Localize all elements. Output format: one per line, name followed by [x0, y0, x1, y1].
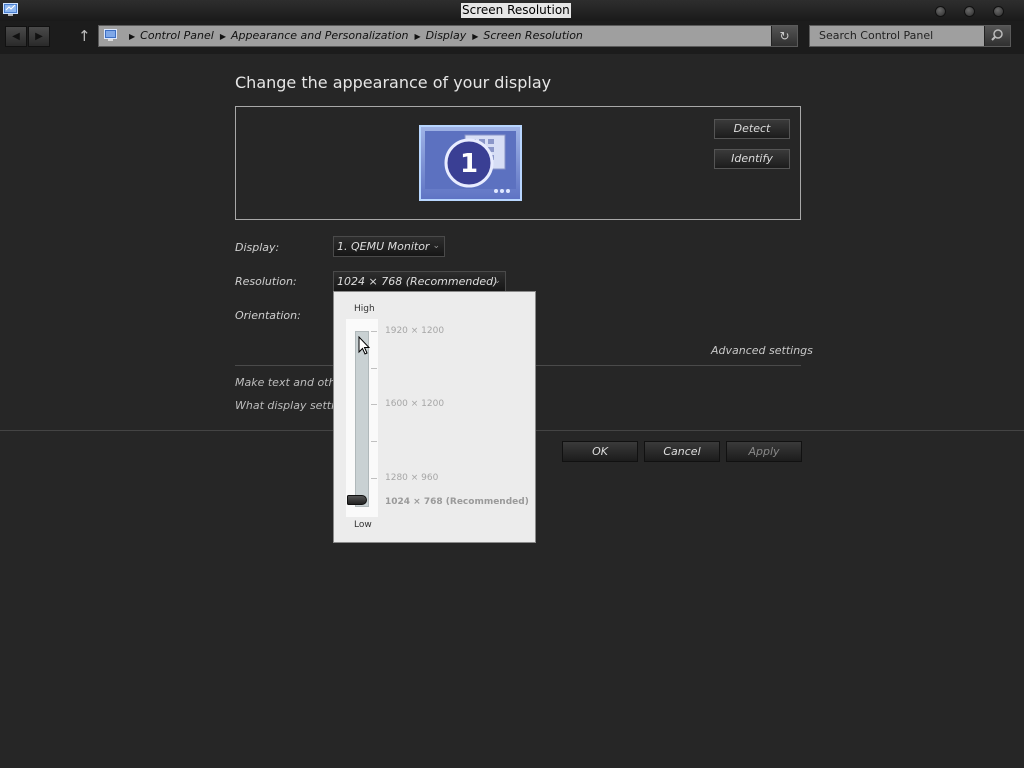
ok-button[interactable]: OK: [562, 441, 638, 462]
back-button[interactable]: ◀: [5, 26, 27, 47]
resolution-slider-thumb[interactable]: [347, 495, 367, 505]
resolution-option-1280x960[interactable]: 1280 × 960: [385, 473, 438, 483]
monitor-1-tile[interactable]: 1: [419, 125, 522, 201]
slider-tick: [371, 441, 377, 442]
resolution-select[interactable]: 1024 × 768 (Recommended) ⌄: [333, 271, 506, 292]
search-icon: [991, 29, 1003, 41]
advanced-settings-link[interactable]: Advanced settings: [711, 344, 813, 357]
page-title: Change the appearance of your display: [235, 73, 552, 92]
breadcrumb-appearance[interactable]: Appearance and Personalization: [231, 29, 409, 42]
close-button[interactable]: [993, 6, 1004, 17]
chevron-right-icon: ▶: [414, 32, 421, 41]
slider-tick: [371, 478, 377, 479]
screen-resolution-app-icon: [3, 3, 18, 16]
orientation-label: Orientation:: [235, 309, 301, 322]
text-size-link[interactable]: Make text and other: [235, 376, 347, 389]
detect-button[interactable]: Detect: [714, 119, 790, 139]
resolution-slider-track[interactable]: [355, 331, 369, 507]
breadcrumb-control-panel[interactable]: Control Panel: [140, 29, 214, 42]
resolution-label: Resolution:: [235, 275, 297, 288]
up-arrow-icon[interactable]: ↑: [78, 27, 91, 45]
resolution-option-1024x768[interactable]: 1024 × 768 (Recommended): [385, 497, 529, 507]
chevron-down-icon: ⌄: [493, 276, 501, 286]
resolution-slider-popup: High 1920 × 1200 1600 × 1200 1280 × 960 …: [333, 291, 536, 543]
slider-tick: [371, 404, 377, 405]
refresh-icon: ↻: [779, 29, 790, 43]
minimize-button[interactable]: [935, 6, 946, 17]
resolution-option-1920x1200[interactable]: 1920 × 1200: [385, 326, 444, 336]
slider-tick: [371, 331, 377, 332]
breadcrumb-display[interactable]: Display: [426, 29, 467, 42]
high-label: High: [354, 304, 375, 314]
low-label: Low: [354, 520, 372, 530]
chevron-right-icon: ▶: [129, 32, 136, 41]
chevron-down-icon: ⌄: [432, 241, 440, 251]
search-button[interactable]: [984, 26, 1010, 46]
breadcrumb-screen-resolution[interactable]: Screen Resolution: [483, 29, 583, 42]
mouse-cursor-icon: [358, 336, 370, 355]
resolution-option-1600x1200[interactable]: 1600 × 1200: [385, 399, 444, 409]
address-bar[interactable]: ▶ Control Panel ▶ Appearance and Personaliz…: [98, 25, 798, 47]
navigation-bar: ◀ ▶ ↑ ▶ Control Panel ▶ Appearance and Pers…: [0, 21, 1024, 54]
forward-arrow-icon: ▶: [35, 31, 43, 42]
cancel-button[interactable]: Cancel: [644, 441, 720, 462]
display-select-value: 1. QEMU Monitor: [337, 240, 430, 253]
control-panel-icon: [104, 29, 117, 41]
chevron-right-icon: ▶: [219, 32, 226, 41]
display-settings-help-link[interactable]: What display setting: [235, 399, 348, 412]
search-input[interactable]: Search Control Panel: [819, 26, 933, 46]
maximize-button[interactable]: [964, 6, 975, 17]
breadcrumb: ▶ Control Panel ▶ Appearance and Personaliz…: [123, 26, 583, 46]
chevron-right-icon: ▶: [472, 32, 479, 41]
display-preview-area: 1 Detect Identify: [235, 106, 801, 220]
title-bar: Screen Resolution: [0, 0, 1024, 21]
monitor-icon: 1: [425, 131, 516, 193]
back-arrow-icon: ◀: [12, 31, 20, 42]
window-title: Screen Resolution: [461, 3, 571, 18]
identify-button[interactable]: Identify: [714, 149, 790, 169]
resolution-select-value: 1024 × 768 (Recommended): [337, 275, 498, 288]
display-label: Display:: [235, 241, 280, 254]
monitor-number: 1: [460, 149, 478, 179]
search-box[interactable]: Search Control Panel: [809, 25, 1011, 47]
forward-button[interactable]: ▶: [28, 26, 50, 47]
apply-button[interactable]: Apply: [726, 441, 802, 462]
display-select[interactable]: 1. QEMU Monitor ⌄: [333, 236, 445, 257]
refresh-button[interactable]: ↻: [771, 26, 797, 46]
slider-tick: [371, 368, 377, 369]
